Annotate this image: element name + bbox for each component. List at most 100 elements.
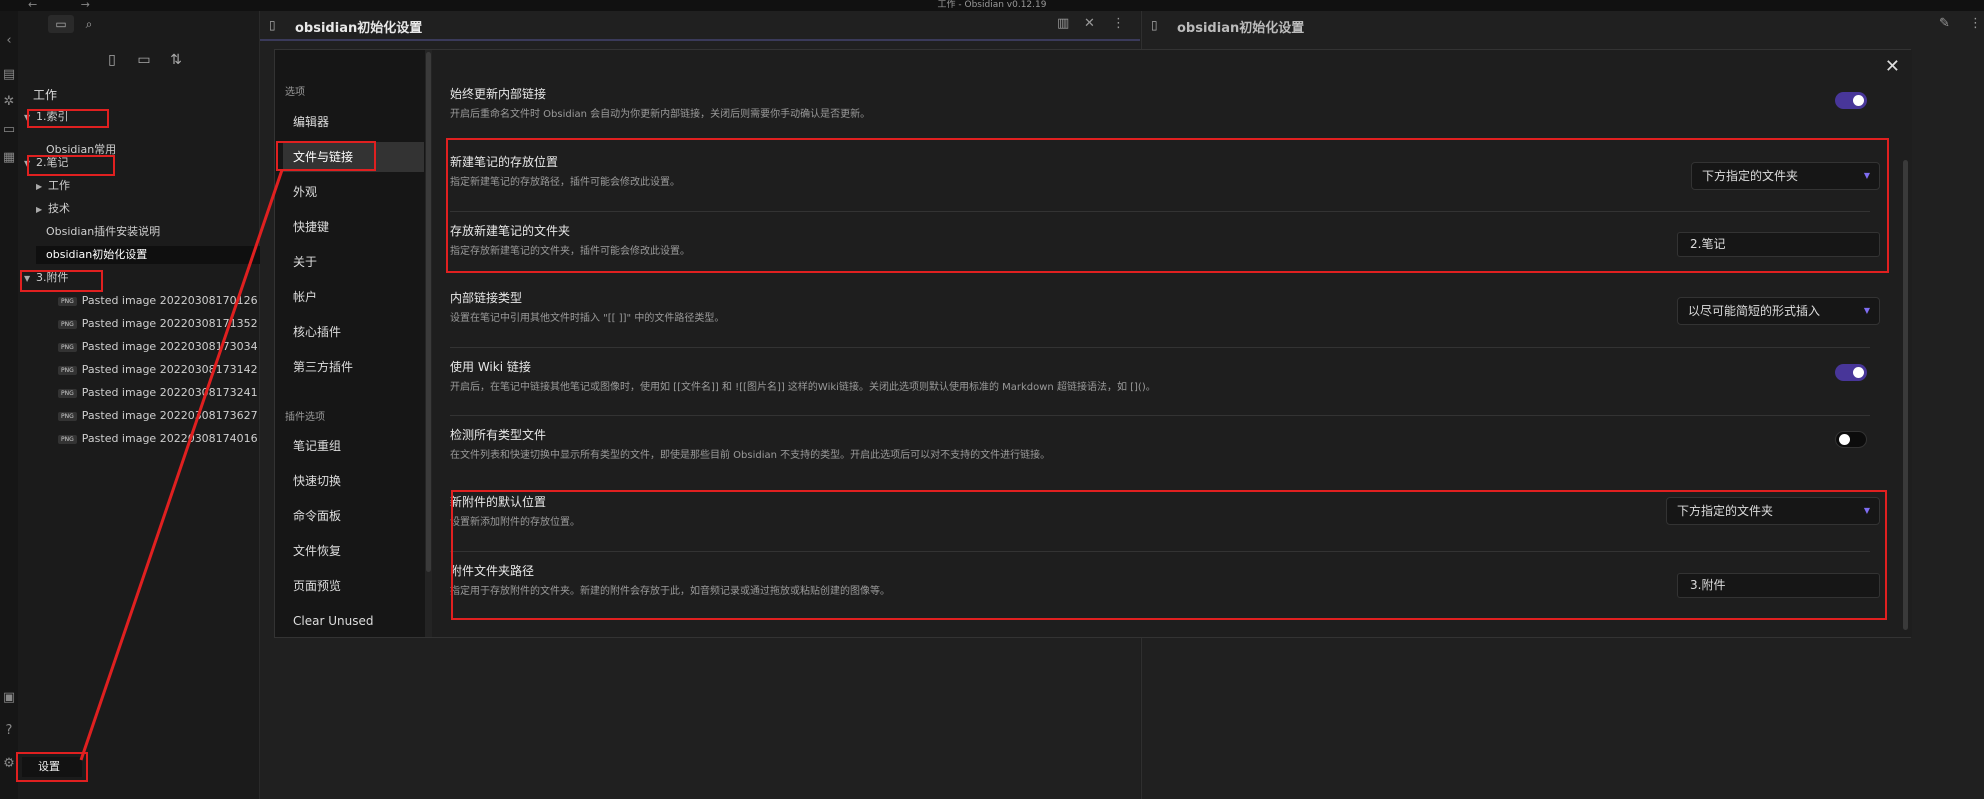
tree-folder-notes[interactable]: ▼ 2.笔记	[24, 154, 104, 172]
sidebar-scrollbar[interactable]	[425, 50, 432, 637]
png-badge: PNG	[58, 342, 77, 352]
nav-plugin-file-recovery[interactable]: 文件恢复	[283, 536, 424, 566]
chevron-down-icon: ▼	[1863, 506, 1870, 515]
tree-file-png[interactable]: PNG Pasted image 20220308174016	[58, 430, 258, 448]
content-scrollbar[interactable]	[1903, 160, 1908, 630]
nav-appearance[interactable]: 外观	[283, 177, 424, 207]
nav-plugin-quick-switcher[interactable]: 快速切换	[283, 466, 424, 496]
setting-row-always-update-links: 始终更新内部链接 开启后重命名文件时 Obsidian 会自动为你更新内部链接，…	[450, 75, 1870, 142]
help-icon[interactable]: ?	[1, 723, 17, 739]
dropdown-new-note-location[interactable]: 下方指定的文件夹 ▼	[1691, 162, 1880, 190]
section-options-title: 选项	[285, 87, 305, 98]
png-badge: PNG	[58, 411, 77, 421]
section-plugin-options-title: 插件选项	[285, 412, 325, 423]
setting-row-attachment-location: 新附件的默认位置 设置新添加附件的存放位置。 下方指定的文件夹 ▼	[450, 483, 1880, 550]
tree-file-png[interactable]: PNG Pasted image 20220308170126	[58, 292, 258, 310]
chevron-down-icon: ▼	[24, 113, 31, 122]
reading-mode-icon[interactable]: ▥	[1057, 16, 1069, 31]
toggle-switch[interactable]	[1835, 431, 1867, 448]
search-icon[interactable]: ⌕	[76, 15, 102, 33]
tree-file-png[interactable]: PNG Pasted image 20220308173241	[58, 384, 258, 402]
setting-row-new-note-location: 新建笔记的存放位置 指定新建笔记的存放路径，插件可能会修改此设置。 下方指定的文…	[450, 143, 1880, 210]
text-field-attachment-folder[interactable]: 3.附件	[1677, 573, 1880, 598]
open-daily-note-icon[interactable]: ▭	[1, 122, 17, 138]
graph-view-icon[interactable]: ✲	[1, 94, 17, 110]
explorer-actions: ▯ ▭ ⇅	[96, 49, 192, 68]
settings-gear-icon[interactable]: ⚙	[1, 756, 17, 772]
toggle-switch[interactable]	[1835, 364, 1867, 381]
new-folder-icon[interactable]: ▭	[128, 52, 160, 68]
tree-folder-attachments[interactable]: ▼ 3.附件	[24, 269, 104, 287]
setting-description: 开启后重命名文件时 Obsidian 会自动为你更新内部链接，关闭后则需要你手动…	[450, 109, 871, 120]
window-title: 工作 - Obsidian v0.12.19	[937, 0, 1047, 10]
setting-description: 指定存放新建笔记的文件夹，插件可能会修改此设置。	[450, 246, 690, 257]
title-bar: ← → 工作 - Obsidian v0.12.19	[0, 0, 1984, 11]
tree-folder-work[interactable]: ▶ 工作	[36, 177, 236, 195]
setting-name: 新附件的默认位置	[450, 495, 547, 509]
left-ribbon: ‹ ▤ ✲ ▭ ▦ ▣ ? ⚙	[0, 11, 18, 799]
app-window: ← → 工作 - Obsidian v0.12.19 ‹ ▤ ✲ ▭ ▦ ▣ ?…	[0, 0, 1984, 799]
collapse-sidebar-icon[interactable]: ‹	[1, 33, 17, 49]
tree-folder-index[interactable]: ▼ 1.索引	[24, 108, 104, 126]
tree-file[interactable]: Obsidian插件安装说明	[46, 223, 246, 241]
setting-name: 新建笔记的存放位置	[450, 155, 559, 169]
tree-file-png[interactable]: PNG Pasted image 20220308173627	[58, 407, 258, 425]
toggle-knob	[1853, 95, 1864, 106]
chevron-right-icon: ▶	[36, 182, 43, 191]
setting-row-detect-all-files: 检测所有类型文件 在文件列表和快速切换中显示所有类型的文件，即使是那些目前 Ob…	[450, 415, 1870, 482]
tree-file-png[interactable]: PNG Pasted image 20220308173142	[58, 361, 258, 379]
toggle-knob	[1839, 434, 1850, 445]
png-badge: PNG	[58, 388, 77, 398]
templates-icon[interactable]: ▦	[1, 150, 17, 166]
setting-description: 指定新建笔记的存放路径，插件可能会修改此设置。	[450, 177, 680, 188]
nav-about[interactable]: 关于	[283, 247, 424, 277]
dropdown-attachment-location[interactable]: 下方指定的文件夹 ▼	[1666, 497, 1880, 525]
nav-community-plugins[interactable]: 第三方插件	[283, 352, 424, 382]
more-options-icon[interactable]: ⋮	[1112, 16, 1125, 31]
toggle-switch[interactable]	[1835, 92, 1867, 109]
edit-pencil-icon[interactable]: ✎	[1939, 16, 1950, 31]
nav-plugin-note-composer[interactable]: 笔记重组	[283, 431, 424, 461]
png-badge: PNG	[58, 434, 77, 444]
pane-header: ▯ obsidian初始化设置 ▥ ✕ ⋮	[260, 11, 1140, 41]
nav-core-plugins[interactable]: 核心插件	[283, 317, 424, 347]
png-badge: PNG	[58, 319, 77, 329]
setting-description: 在文件列表和快速切换中显示所有类型的文件，即使是那些目前 Obsidian 不支…	[450, 450, 1051, 461]
setting-name: 存放新建笔记的文件夹	[450, 224, 571, 238]
nav-plugin-clear-unused[interactable]: Clear Unused	[283, 606, 424, 636]
nav-account[interactable]: 帐户	[283, 282, 424, 312]
more-options-icon[interactable]: ⋮	[1969, 16, 1982, 31]
nav-editor[interactable]: 编辑器	[283, 107, 424, 137]
text-field-new-note-folder[interactable]: 2.笔记	[1677, 232, 1880, 257]
active-pane-indicator	[260, 39, 1140, 41]
document-icon: ▯	[1151, 18, 1158, 32]
nav-plugin-page-preview[interactable]: 页面预览	[283, 571, 424, 601]
open-quick-switcher-icon[interactable]: ▤	[1, 67, 17, 83]
settings-sidebar: 选项 编辑器 文件与链接 外观 快捷键 关于 帐户 核心插件 第三方插件 插件选…	[275, 50, 432, 637]
settings-modal: 选项 编辑器 文件与链接 外观 快捷键 关于 帐户 核心插件 第三方插件 插件选…	[274, 49, 1912, 638]
sidebar-scrollbar-thumb[interactable]	[426, 52, 431, 572]
setting-name: 使用 Wiki 链接	[450, 360, 531, 374]
tree-file-png[interactable]: PNG Pasted image 20220308171352	[58, 315, 258, 333]
sort-icon[interactable]: ⇅	[160, 52, 192, 68]
setting-name: 始终更新内部链接	[450, 87, 547, 101]
setting-description: 设置在笔记中引用其他文件时插入 "[[ ]]" 中的文件路径类型。	[450, 313, 725, 324]
nav-plugin-command-palette[interactable]: 命令面板	[283, 501, 424, 531]
open-vault-icon[interactable]: ▣	[1, 690, 17, 706]
setting-description: 设置新添加附件的存放位置。	[450, 517, 580, 528]
nav-hotkeys[interactable]: 快捷键	[283, 212, 424, 242]
tree-file-active[interactable]: obsidian初始化设置	[36, 246, 260, 264]
note-title: obsidian初始化设置	[295, 21, 423, 36]
dropdown-link-format[interactable]: 以尽可能简短的形式插入 ▼	[1677, 297, 1880, 325]
tree-file-png[interactable]: PNG Pasted image 20220308173034	[58, 338, 258, 356]
nav-files-links[interactable]: 文件与链接	[283, 142, 424, 172]
new-note-icon[interactable]: ▯	[96, 52, 128, 68]
setting-name: 检测所有类型文件	[450, 428, 547, 442]
close-modal-icon[interactable]: ✕	[1885, 56, 1900, 77]
tree-folder-tech[interactable]: ▶ 技术	[36, 200, 236, 218]
setting-description: 指定用于存放附件的文件夹。新建的附件会存放于此，如音频记录或通过拖放或粘贴创建的…	[450, 586, 890, 597]
folder-icon[interactable]: ▭	[48, 15, 74, 33]
vault-name: 工作	[33, 88, 58, 102]
settings-button[interactable]: 设置	[22, 757, 82, 777]
close-icon[interactable]: ✕	[1084, 16, 1095, 31]
